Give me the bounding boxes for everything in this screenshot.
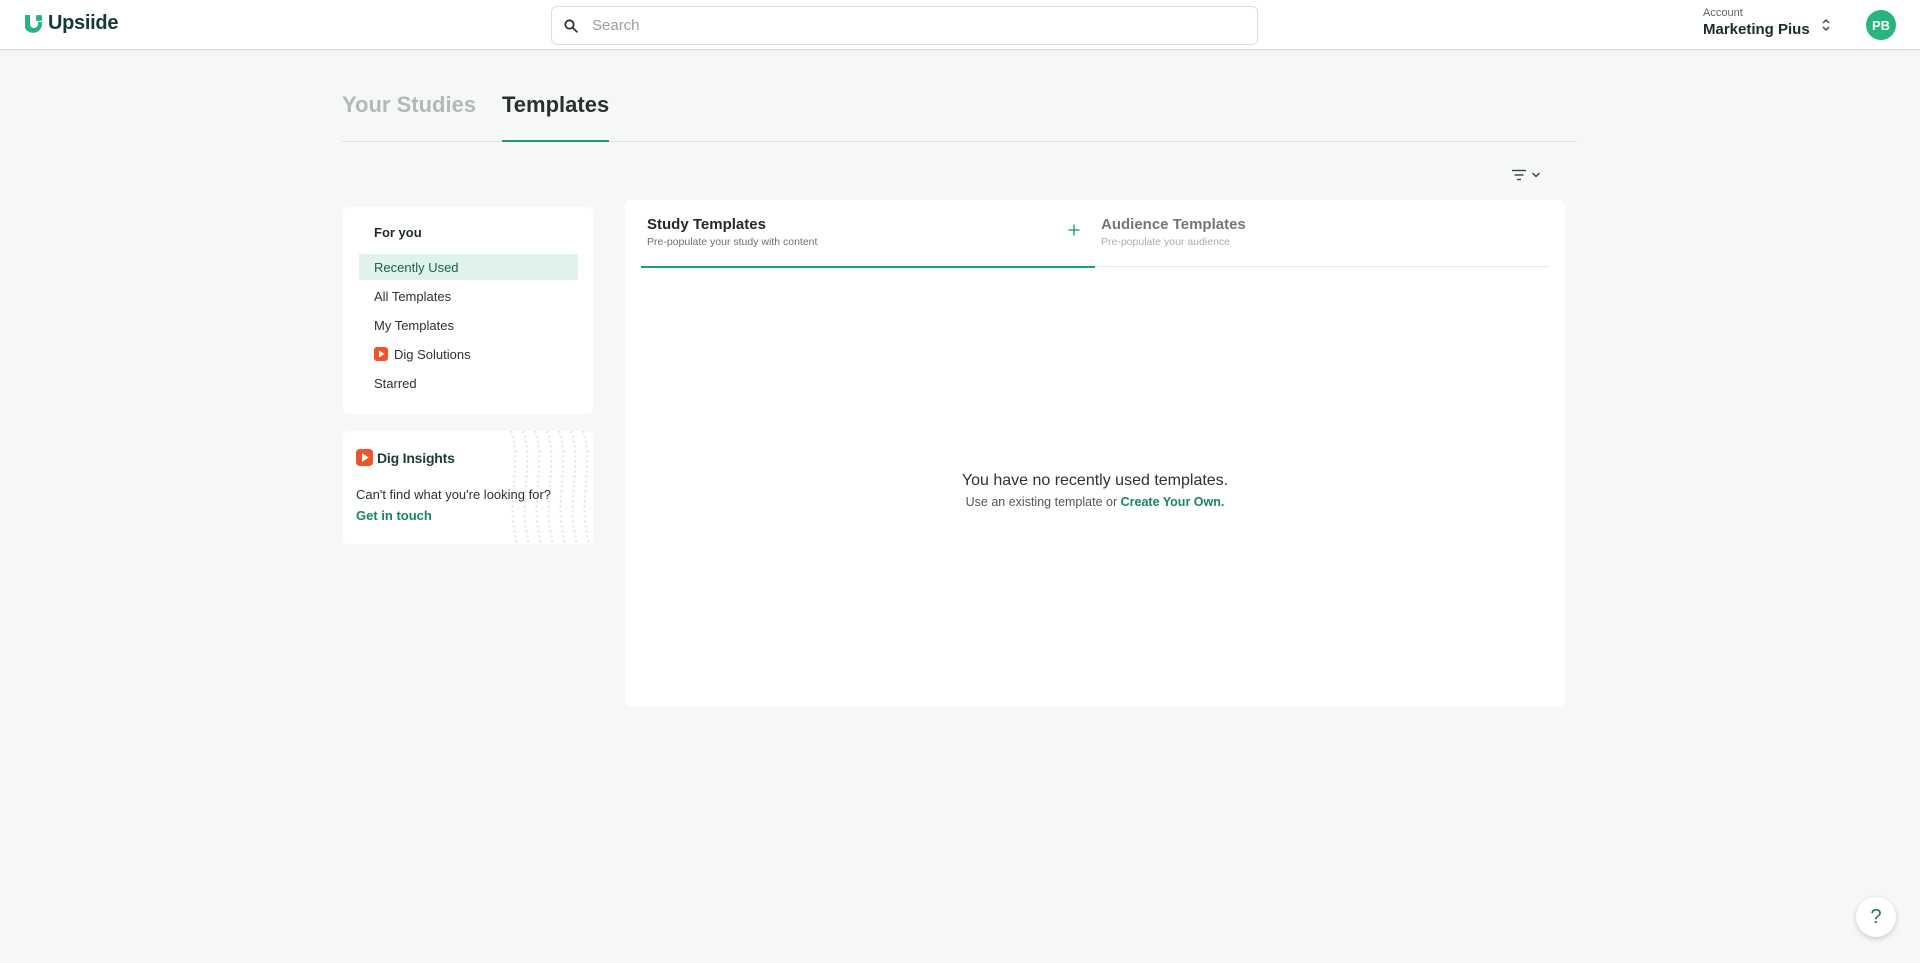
brand-name: Upsiide [48,12,119,34]
sidebar-heading: For you [374,225,422,240]
chevron-down-icon [1531,172,1541,178]
promo-text: Can't find what you're looking for? [356,487,552,502]
tab-your-studies[interactable]: Your Studies [342,92,476,142]
templates-panel: Study Templates Pre-populate your study … [625,200,1565,707]
tab-templates[interactable]: Templates [502,92,610,142]
search-icon [564,18,578,33]
brand-logo[interactable]: Upsiide [22,12,118,35]
sidebar-item-recently-used[interactable]: Recently Used [359,254,578,280]
account-label: Account [1703,7,1743,19]
tab-audience-templates[interactable]: Audience Templates Pre-populate your aud… [1101,216,1541,267]
sidebar-item-my-templates[interactable]: My Templates [359,312,578,338]
template-type-tabs: Study Templates Pre-populate your study … [641,200,1549,268]
filter-sort-button[interactable] [1511,167,1545,183]
tab-title: Audience Templates [1101,216,1246,233]
empty-state-subtitle: Use an existing template or Create Your … [625,495,1565,509]
sidebar-item-all-templates[interactable]: All Templates [359,283,578,309]
sidebar-item-label: My Templates [374,317,454,333]
page-tabs: Your Studies Templates [342,92,1577,142]
avatar[interactable]: PB [1866,10,1896,40]
tab-subtitle: Pre-populate your study with content [647,236,818,248]
sidebar-item-dig-solutions[interactable]: Dig Solutions [359,341,578,367]
dig-icon [374,347,388,361]
tab-subtitle: Pre-populate your audience [1101,236,1231,248]
account-switcher[interactable]: Account Marketing Pius [1703,7,1810,38]
create-your-own-link[interactable]: Create Your Own. [1121,495,1225,509]
tab-study-templates[interactable]: Study Templates Pre-populate your study … [641,216,1095,268]
sidebar-nav: For you Recently Used All Templates My T… [343,207,593,414]
sidebar-item-label: Starred [374,375,417,391]
tab-title: Study Templates [647,216,766,233]
empty-state-title: You have no recently used templates. [961,472,1229,489]
account-name: Marketing Pius [1703,21,1810,38]
upsiide-logo-icon [25,14,42,33]
sidebar-item-label: All Templates [374,288,452,304]
sidebar-item-starred[interactable]: Starred [359,370,578,396]
empty-state: You have no recently used templates. Use… [625,472,1565,509]
help-button[interactable]: ? [1856,897,1896,937]
empty-state-text: Use an existing template or [965,495,1121,509]
filter-icon [1512,169,1526,181]
promo-brand: Dig Insights [377,449,455,466]
chevron-up-down-icon[interactable] [1820,16,1832,34]
dig-insights-promo: Dig Insights Can't find what you're look… [343,431,593,544]
sidebar-item-label: Recently Used [374,259,459,275]
search-box[interactable] [551,6,1258,45]
add-template-icon[interactable] [1068,224,1080,236]
sidebar-item-label: Dig Solutions [394,346,471,362]
dig-icon [356,449,373,466]
dig-insights-logo: Dig Insights [356,449,455,466]
top-bar: Upsiide Account Marketing Pius PB [0,0,1920,50]
search-input[interactable] [592,17,1232,34]
get-in-touch-link[interactable]: Get in touch [356,508,432,523]
